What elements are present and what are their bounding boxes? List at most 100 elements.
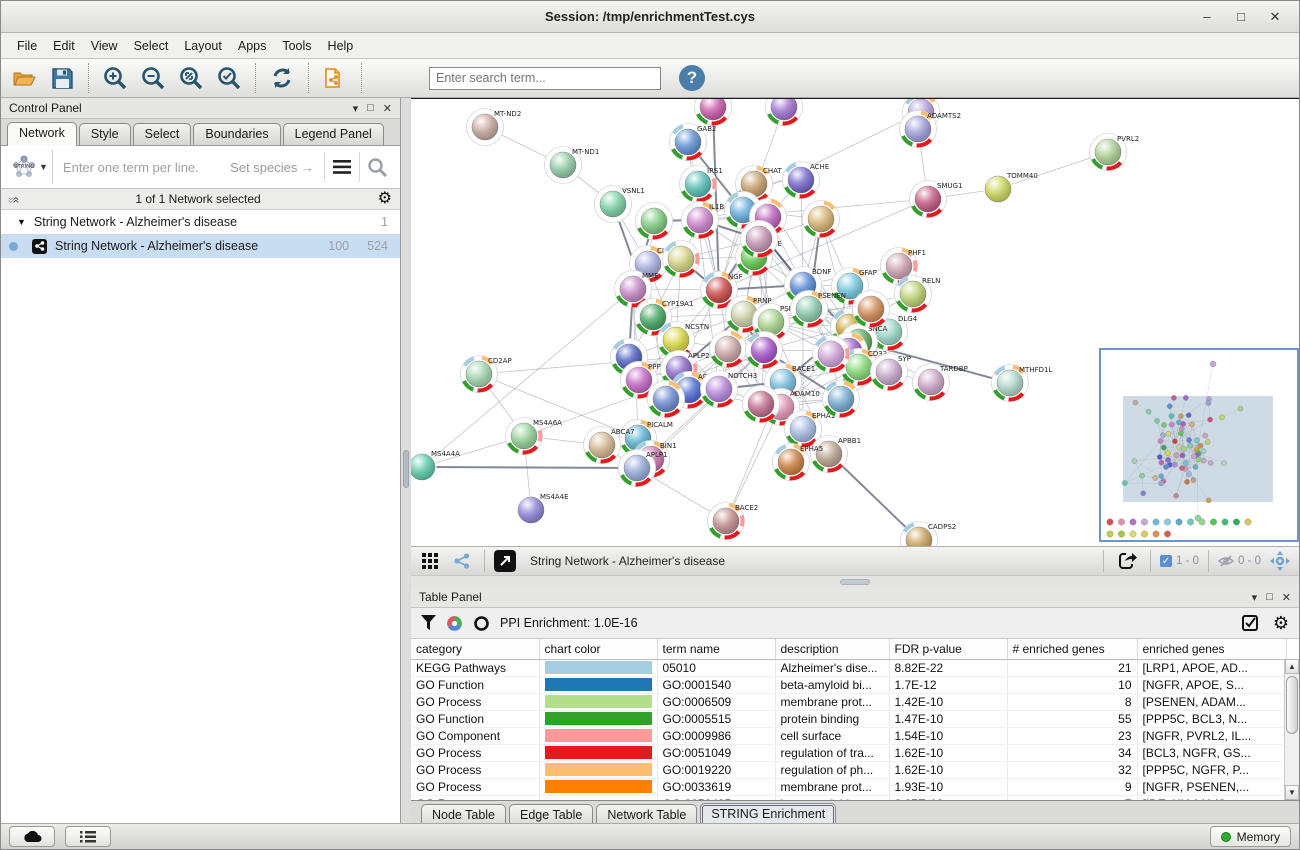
network-node-ache[interactable]: ACHE xyxy=(782,161,829,199)
menu-item-apps[interactable]: Apps xyxy=(230,36,275,56)
apply-layout-button[interactable] xyxy=(265,62,299,94)
save-session-button[interactable] xyxy=(45,62,79,94)
network-node-ms4a4e[interactable]: MS4A4E xyxy=(517,493,569,525)
network-node-tomm40[interactable]: TOMM40 xyxy=(984,172,1038,204)
search-input[interactable] xyxy=(429,67,661,90)
network-node[interactable] xyxy=(635,202,673,240)
column-header--enriched-genes[interactable]: # enriched genes xyxy=(1007,639,1137,659)
column-header-chart-color[interactable]: chart color xyxy=(539,639,657,659)
settings-gear-icon[interactable]: ⚙ xyxy=(1273,614,1289,632)
memory-button[interactable]: Memory xyxy=(1210,826,1291,847)
tab-style[interactable]: Style xyxy=(79,123,131,145)
birds-eye-navigator[interactable] xyxy=(1099,348,1299,542)
table-row[interactable]: GO ProcessGO:0051049regulation of tra...… xyxy=(411,744,1286,761)
open-file-button[interactable] xyxy=(7,62,41,94)
menu-item-select[interactable]: Select xyxy=(126,36,177,56)
network-node[interactable] xyxy=(709,330,747,368)
collapse-triangle-icon[interactable]: ▼ xyxy=(17,217,26,227)
table-splitter[interactable] xyxy=(411,575,1299,587)
tab-select[interactable]: Select xyxy=(133,123,192,145)
network-row[interactable]: String Network - Alzheimer's disease 100… xyxy=(1,234,400,258)
zoom-in-button[interactable] xyxy=(98,62,132,94)
panel-maximize-icon[interactable]: □ xyxy=(1266,591,1273,603)
network-node-cd2ap[interactable]: CD2AP xyxy=(460,355,512,393)
tab-boundaries[interactable]: Boundaries xyxy=(193,123,280,145)
network-node-ms4a6a[interactable]: MS4A6A xyxy=(505,417,562,455)
network-node[interactable] xyxy=(852,290,890,328)
network-node[interactable] xyxy=(802,200,840,238)
network-node-mt-nd1[interactable]: MT-ND1 xyxy=(544,146,599,184)
scroll-thumb[interactable] xyxy=(1286,676,1298,734)
menu-item-edit[interactable]: Edit xyxy=(45,36,83,56)
network-node[interactable] xyxy=(647,380,685,418)
network-node[interactable] xyxy=(812,335,850,373)
network-node[interactable] xyxy=(740,220,778,258)
network-node[interactable] xyxy=(742,385,780,423)
tab-network[interactable]: Network xyxy=(7,122,77,146)
network-node-tardbp[interactable]: TARDBP xyxy=(912,363,968,401)
scroll-down-arrow[interactable]: ▼ xyxy=(1285,785,1299,800)
menu-item-layout[interactable]: Layout xyxy=(176,36,230,56)
maximize-button[interactable]: □ xyxy=(1227,6,1255,28)
string-search-button[interactable] xyxy=(360,150,394,184)
column-header-fdr-p-value[interactable]: FDR p-value xyxy=(889,639,1007,659)
pie-chart-icon[interactable] xyxy=(446,615,463,632)
network-node[interactable] xyxy=(745,331,783,369)
table-row[interactable]: GO ProcessGO:0050435beta-amyloid m...2.0… xyxy=(411,795,1286,800)
network-node-mthfd1l[interactable]: MTHFD1L xyxy=(991,364,1052,402)
network-node-adamts2[interactable]: ADAMTS2 xyxy=(899,110,961,148)
column-header-description[interactable]: description xyxy=(775,639,889,659)
filter-funnel-icon[interactable] xyxy=(421,615,436,631)
network-node[interactable] xyxy=(822,380,860,418)
menu-item-view[interactable]: View xyxy=(83,36,126,56)
scroll-up-arrow[interactable]: ▲ xyxy=(1285,659,1299,674)
menu-item-tools[interactable]: Tools xyxy=(274,36,319,56)
panel-close-icon[interactable]: ✕ xyxy=(383,102,392,115)
column-header-category[interactable]: category xyxy=(411,639,539,659)
table-scrollbar[interactable]: ▲ ▼ xyxy=(1284,659,1299,800)
panel-float-icon[interactable]: ▾ xyxy=(353,102,359,115)
menu-item-help[interactable]: Help xyxy=(320,36,362,56)
string-source-selector[interactable]: STRING ▼ xyxy=(7,150,53,184)
column-header-enriched-genes[interactable]: enriched genes xyxy=(1137,639,1286,659)
network-node-gab2[interactable]: GAB2 xyxy=(669,123,716,161)
network-node-cadps2[interactable]: CADPS2 xyxy=(900,521,956,546)
splitter-handle[interactable] xyxy=(840,579,870,585)
column-header-term-name[interactable]: term name xyxy=(657,639,775,659)
table-row[interactable]: GO FunctionGO:0005515protein binding1.47… xyxy=(411,710,1286,727)
menu-item-file[interactable]: File xyxy=(9,36,45,56)
network-node-apbb1[interactable]: APBB1 xyxy=(810,435,861,473)
set-species-hint[interactable]: Set species → xyxy=(230,160,324,175)
task-history-button[interactable] xyxy=(65,826,111,847)
table-row[interactable]: GO ProcessGO:0033619membrane prot...1.93… xyxy=(411,778,1286,795)
network-node-pvrl2[interactable]: PVRL2 xyxy=(1089,133,1139,171)
zoom-out-button[interactable] xyxy=(136,62,170,94)
table-header-row[interactable]: categorychart colorterm namedescriptionF… xyxy=(411,639,1286,659)
network-node[interactable] xyxy=(662,240,700,278)
panel-maximize-icon[interactable]: □ xyxy=(367,102,374,114)
network-node[interactable] xyxy=(765,99,803,126)
string-query-input[interactable]: Enter one term per line. xyxy=(53,160,199,175)
gear-icon[interactable]: ⚙ xyxy=(378,191,392,207)
network-view[interactable]: MT-ND2MT-ND1VSNL1GAB2IRS1CHATACHEADAMTS2… xyxy=(411,98,1299,546)
help-button[interactable]: ? xyxy=(679,65,705,91)
table-row[interactable]: GO FunctionGO:0001540beta-amyloid bi...1… xyxy=(411,676,1286,693)
select-columns-icon[interactable] xyxy=(1242,615,1259,632)
panel-splitter[interactable] xyxy=(401,98,411,823)
collection-row[interactable]: ▼ String Network - Alzheimer's disease 1 xyxy=(1,210,400,234)
network-node[interactable] xyxy=(694,99,732,126)
detach-view-button[interactable] xyxy=(494,550,516,572)
zoom-selected-button[interactable] xyxy=(212,62,246,94)
string-options-button[interactable] xyxy=(325,150,359,184)
table-row[interactable]: GO ProcessGO:0019220regulation of ph...1… xyxy=(411,761,1286,778)
network-node-ms4a4a[interactable]: MS4A4A xyxy=(411,450,460,482)
minimize-button[interactable]: – xyxy=(1193,6,1221,28)
zoom-fit-button[interactable] xyxy=(174,62,208,94)
table-row[interactable]: KEGG Pathways05010Alzheimer's dise...8.8… xyxy=(411,659,1286,676)
share-view-button[interactable] xyxy=(449,549,475,573)
ring-chart-icon[interactable] xyxy=(473,615,490,632)
splitter-grip[interactable] xyxy=(403,450,409,488)
panel-close-icon[interactable]: ✕ xyxy=(1282,591,1291,604)
expand-all-icon[interactable]: « xyxy=(9,197,23,202)
export-network-button[interactable] xyxy=(1113,549,1141,573)
